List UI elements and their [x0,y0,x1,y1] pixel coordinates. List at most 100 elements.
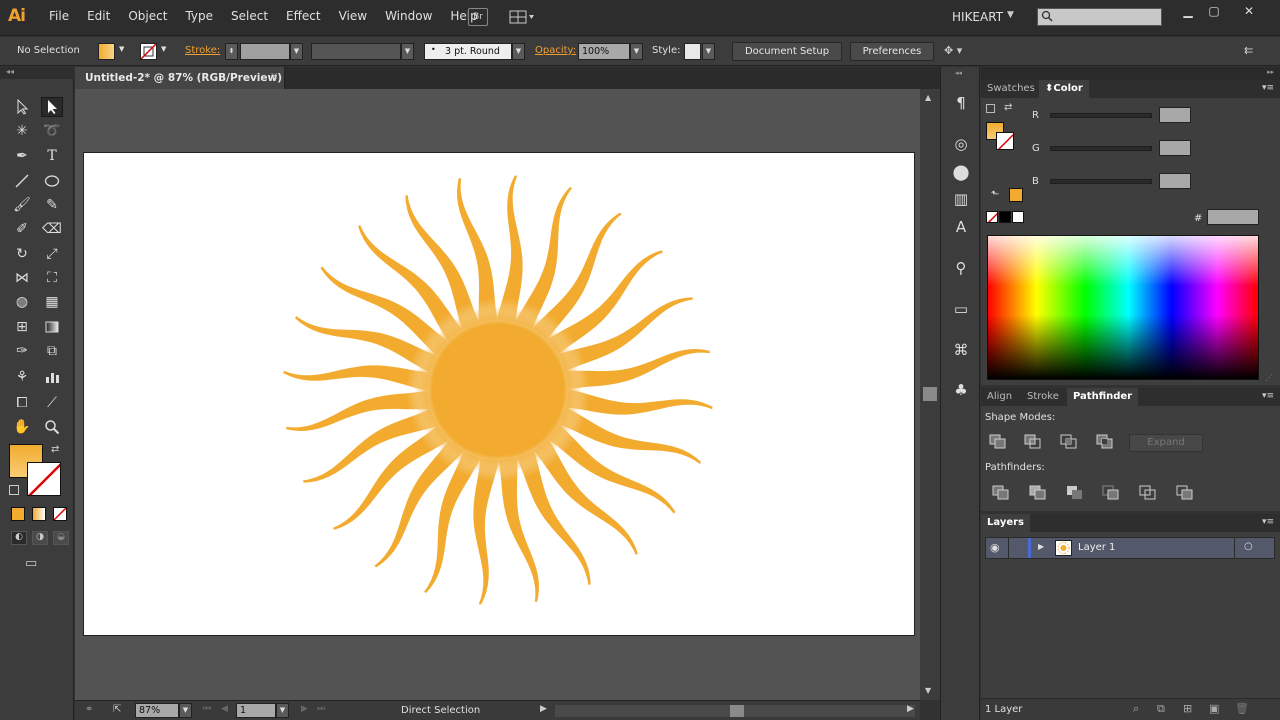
minimize-button[interactable]: ▁ [1174,3,1202,19]
artboard-tool-icon[interactable]: ⧠ [11,393,33,413]
preferences-button[interactable]: Preferences [850,42,934,61]
swap-fill-stroke-icon[interactable]: ⇄ [51,444,59,455]
channel-b-slider[interactable] [1050,179,1152,184]
out-of-gamut-icon[interactable]: ⬑ [991,189,999,200]
arrange-documents-button[interactable] [508,8,536,26]
eraser-tool-icon[interactable]: ⌫ [41,219,63,239]
symbol-sprayer-tool-icon[interactable]: ⚘ [11,367,33,387]
opacity-field[interactable]: 100% [578,43,630,60]
tab-color[interactable]: ⬍Color [1039,80,1089,98]
color-spectrum[interactable] [987,235,1259,380]
toolbox-collapse[interactable]: ◂◂ [0,67,74,79]
delete-layer-icon[interactable]: 🗑 [1235,702,1249,715]
artboard-number-field[interactable]: 1 [236,703,276,718]
stroke-stepper[interactable]: ⬍ [225,43,238,60]
hand-tool-icon[interactable]: ✋ [11,417,33,437]
stroke-label[interactable]: Stroke: [185,45,220,56]
menu-window[interactable]: Window [376,9,441,23]
gradient-tool-icon[interactable] [41,317,63,337]
previous-artboard-icon[interactable]: ◀ [221,704,228,714]
color-mode-button[interactable] [11,507,25,521]
menu-type[interactable]: Type [176,9,222,23]
channel-b-input[interactable] [1159,173,1191,189]
direct-selection-tool-icon[interactable] [41,97,63,117]
locate-object-icon[interactable]: ⌕ [1133,702,1139,716]
scroll-down-icon[interactable]: ▼ [925,686,931,695]
paragraph-icon[interactable]: ¶ [950,92,972,114]
channel-r-slider[interactable] [1050,113,1152,118]
white-swatch[interactable] [1012,211,1024,223]
menu-view[interactable]: View [330,9,376,23]
divide-icon[interactable] [992,485,1010,501]
line-tool-icon[interactable] [11,171,33,191]
panel-menu-icon[interactable]: ▾≡ [1262,83,1274,93]
mesh-tool-icon[interactable]: ⊞ [11,317,33,337]
outline-icon[interactable] [1139,485,1157,501]
scale-tool-icon[interactable]: ⤢ [41,244,63,264]
sun-artwork[interactable] [84,153,916,637]
fill-swatch[interactable] [98,43,115,60]
target-circle-icon[interactable]: ○ [1244,541,1253,552]
width-tool-icon[interactable]: ⋈ [11,268,33,288]
panel-menu-icon[interactable]: ⇇ [1244,44,1253,57]
transparency-icon[interactable]: ♣ [950,379,972,401]
eyedropper-tool-icon[interactable]: ✑ [11,341,33,361]
current-tool-status[interactable]: Direct Selection [401,705,480,716]
bridge-button[interactable]: Br [468,8,488,26]
none-mode-button[interactable] [53,507,67,521]
brush-definition-field[interactable]: • 3 pt. Round [424,43,512,60]
scroll-up-icon[interactable]: ▲ [925,93,931,102]
gradient-panel-icon[interactable]: ▭ [950,298,972,320]
blend-tool-icon[interactable]: ⧉ [41,341,63,361]
horizontal-scroll-thumb[interactable] [730,705,744,717]
menu-file[interactable]: File [40,9,78,23]
expand-layer-icon[interactable]: ▶ [1038,542,1044,551]
search-input[interactable] [1037,8,1162,26]
ellipse-tool-icon[interactable] [41,171,63,191]
stroke-weight-field[interactable] [240,43,290,60]
in-gamut-color-swatch[interactable] [1009,188,1023,202]
magic-wand-tool-icon[interactable]: ✳ [11,121,33,141]
canvas-area[interactable] [75,89,920,700]
screen-mode-icon[interactable]: ▭ [25,556,47,572]
zoom-dropdown[interactable]: ▼ [179,703,192,718]
default-colors-icon[interactable] [986,104,995,113]
appearance-icon[interactable]: ◎ [950,133,972,155]
maximize-button[interactable]: ▢ [1200,3,1228,19]
document-setup-button[interactable]: Document Setup [732,42,842,61]
new-layer-icon[interactable]: ▣ [1209,702,1219,715]
crop-icon[interactable] [1102,485,1120,501]
draw-inside-icon[interactable]: ◒ [53,531,69,545]
layer-row[interactable]: ◉ ▶ Layer 1 ○ [985,537,1275,559]
black-swatch[interactable] [999,211,1011,223]
graphic-style-swatch[interactable] [684,43,701,60]
last-artboard-icon[interactable]: ⏭ [317,704,325,714]
slice-tool-icon[interactable]: ⟋ [41,393,63,413]
style-dropdown[interactable]: ▼ [702,43,715,60]
close-tab-icon[interactable]: × [270,71,278,82]
layer-name[interactable]: Layer 1 [1078,542,1115,553]
menu-select[interactable]: Select [222,9,277,23]
perspective-grid-tool-icon[interactable]: ▦ [41,292,63,312]
variable-width-profile[interactable] [311,43,401,60]
vertical-scrollbar[interactable]: ▲ ▼ [920,89,940,700]
brush-dropdown[interactable]: ▼ [512,43,525,60]
first-artboard-icon[interactable]: ⏮ [203,704,211,714]
stroke-swatch[interactable] [140,43,157,60]
shape-builder-tool-icon[interactable]: ◍ [11,292,33,312]
artboard-navigation-icon[interactable]: ⚭ [85,704,93,715]
isolate-object-button[interactable]: ✥ ▾ [944,44,974,60]
brushes-icon[interactable]: ⚲ [950,257,972,279]
channel-r-input[interactable] [1159,107,1191,123]
draw-behind-icon[interactable]: ◑ [32,531,48,545]
swap-colors-icon[interactable]: ⇄ [1004,102,1012,113]
artboard[interactable] [83,152,915,636]
draw-normal-icon[interactable]: ◐ [11,531,27,545]
rotate-tool-icon[interactable]: ↻ [11,244,33,264]
intersect-icon[interactable] [1060,434,1078,450]
profile-dropdown[interactable]: ▼ [401,43,414,60]
unite-icon[interactable] [989,434,1007,450]
workspace-switcher[interactable]: HIKEART [952,10,1003,24]
panel-menu-icon[interactable]: ▾≡ [1262,391,1274,401]
free-transform-tool-icon[interactable]: ⛶ [41,268,63,288]
